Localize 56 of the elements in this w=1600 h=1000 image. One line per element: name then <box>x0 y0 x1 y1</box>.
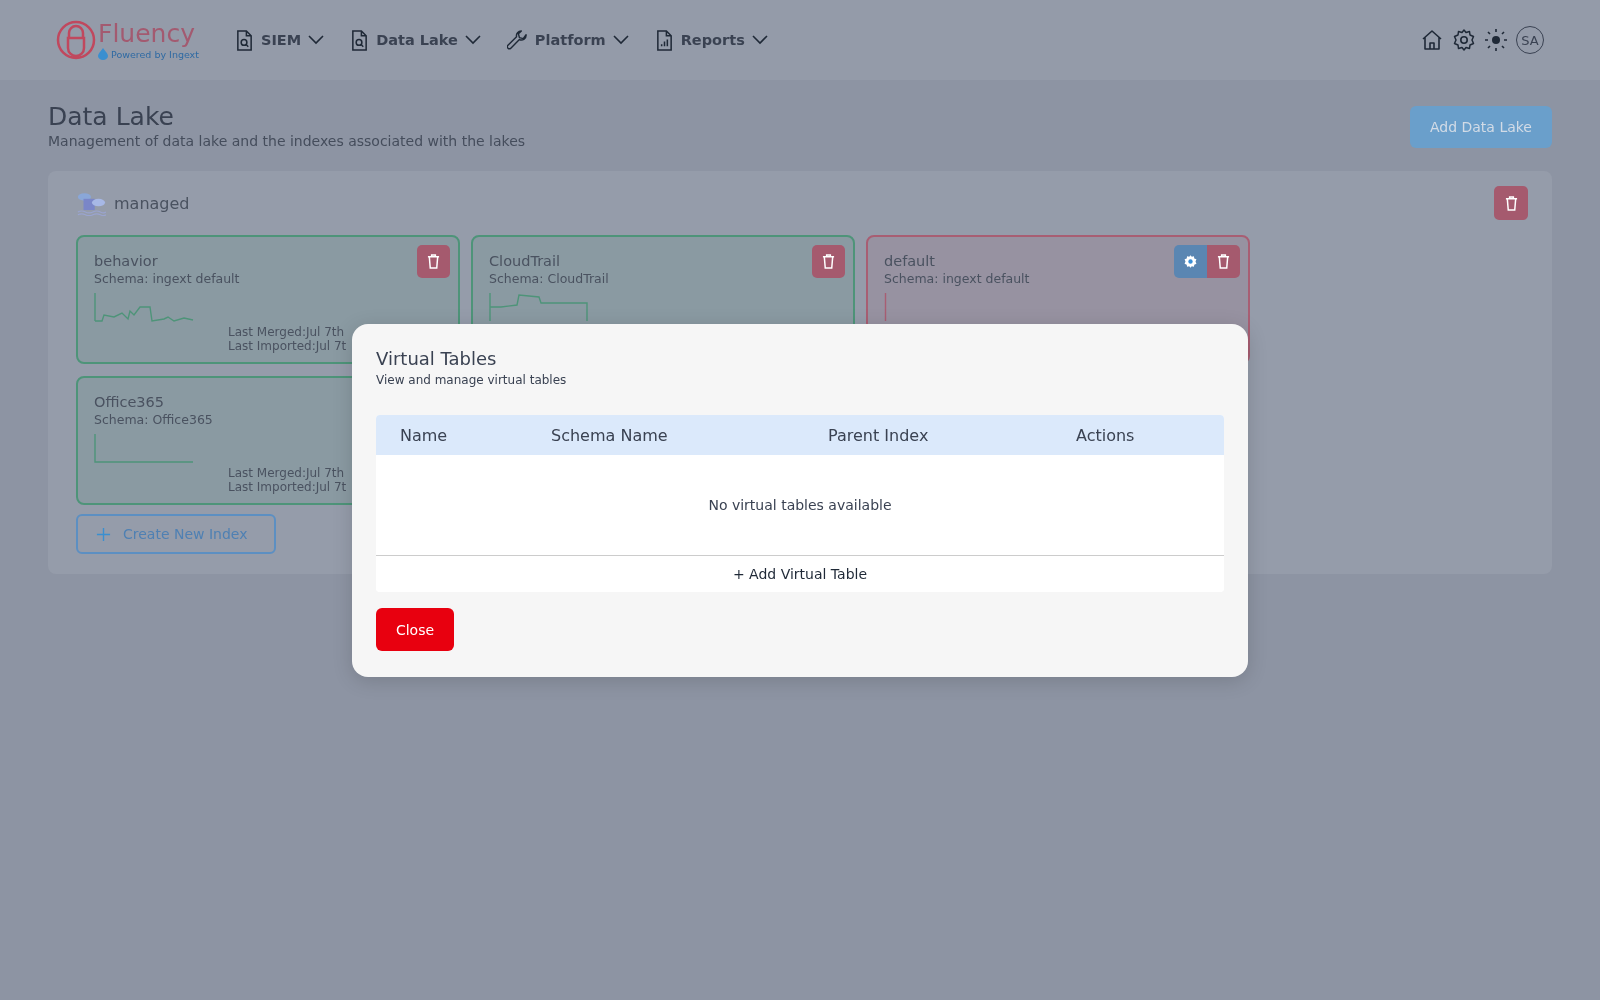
document-search-icon <box>234 29 254 51</box>
nav-menu-button[interactable]: SIEM <box>234 29 325 51</box>
logo-tagline: Powered by Ingext <box>111 48 199 60</box>
delete-lake-button[interactable] <box>1494 186 1528 220</box>
column-header: Schema Name <box>551 425 669 445</box>
cloud-stack-icon <box>76 190 106 216</box>
index-schema: Schema: ingext default <box>94 271 240 286</box>
settings-button[interactable] <box>1452 28 1476 52</box>
nav-menu-button[interactable]: Data Lake <box>350 29 481 51</box>
lake-name: managed <box>114 193 190 213</box>
trash-icon <box>1217 254 1230 269</box>
delete-index-button[interactable] <box>812 245 845 278</box>
trash-icon <box>822 254 835 269</box>
lock-emblem-icon <box>56 20 96 60</box>
page-subtitle: Management of data lake and the indexes associated with the lakes <box>48 133 526 149</box>
chevron-down-icon <box>308 35 325 45</box>
chevron-down-icon <box>464 35 481 45</box>
empty-message: No virtual tables available <box>708 497 892 513</box>
index-name: Office365 <box>94 394 164 410</box>
chevron-down-icon <box>612 35 629 45</box>
last-merged-text: Last Merged:Jul 7th <box>228 466 346 480</box>
chevron-down-icon <box>751 35 768 45</box>
add-data-lake-button[interactable]: Add Data Lake <box>1409 106 1552 148</box>
column-header: Actions <box>1076 425 1136 445</box>
document-chart-icon <box>654 29 674 51</box>
delete-index-button[interactable] <box>417 245 450 278</box>
last-imported-text: Last Imported:Jul 7t <box>228 339 347 353</box>
home-button[interactable] <box>1420 28 1444 52</box>
dialog-title: Virtual Tables <box>376 348 498 369</box>
trash-icon <box>427 254 440 269</box>
logo-name: Fluency <box>98 20 196 48</box>
page-title: Data Lake <box>48 102 175 131</box>
trash-icon <box>1504 195 1518 211</box>
delete-index-button[interactable] <box>1207 245 1240 278</box>
dialog-subtitle: View and manage virtual tables <box>376 373 568 387</box>
index-name: behavior <box>94 253 158 269</box>
close-button[interactable]: Close <box>376 608 454 651</box>
wrench-icon <box>506 29 528 51</box>
document-search-icon <box>350 29 370 51</box>
droplet-icon <box>98 48 108 60</box>
theme-toggle-button[interactable] <box>1484 28 1508 52</box>
gear-icon <box>1183 254 1198 269</box>
column-header: Name <box>400 425 449 445</box>
nav-menu-button[interactable]: Reports <box>654 29 768 51</box>
sparkline <box>884 292 887 322</box>
index-name: CloudTrail <box>489 253 561 269</box>
index-settings-button[interactable] <box>1174 245 1207 278</box>
index-schema: Schema: Office365 <box>94 412 213 427</box>
column-header: Parent Index <box>828 425 930 445</box>
last-imported-text: Last Imported:Jul 7t <box>228 480 347 494</box>
last-merged-text: Last Merged:Jul 7th <box>228 325 346 339</box>
index-schema: Schema: ingext default <box>884 271 1030 286</box>
nav-menu-button[interactable]: Platform <box>506 29 629 51</box>
index-schema: Schema: CloudTrail <box>489 271 609 286</box>
plus-icon <box>96 526 111 542</box>
index-name: default <box>884 253 936 269</box>
